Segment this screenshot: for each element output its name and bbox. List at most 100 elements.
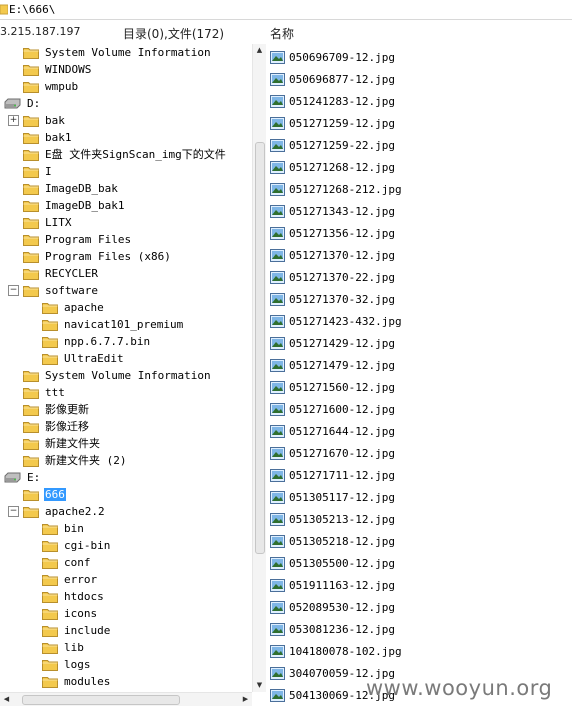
image-file-icon — [270, 226, 285, 240]
tree-folder-item[interactable]: htdocs — [42, 588, 105, 605]
tree-folder-item[interactable]: 666 — [23, 486, 66, 503]
tree-item-label: WINDOWS — [45, 63, 92, 76]
folder-tree[interactable]: System Volume Information WINDOWS wmpub D: +… — [0, 44, 252, 692]
file-row[interactable]: 051271644-12.jpg — [270, 422, 395, 440]
tree-folder-item[interactable]: I — [23, 163, 53, 180]
tree-folder-item[interactable]: + bak — [8, 112, 66, 129]
tree-vertical-scrollbar[interactable]: ▲ ▼ — [252, 44, 266, 692]
file-row[interactable]: 051271479-12.jpg — [270, 356, 395, 374]
file-row[interactable]: 104180078-102.jpg — [270, 642, 402, 660]
folder-icon — [23, 371, 39, 382]
file-row[interactable]: 051271268-212.jpg — [270, 180, 402, 198]
expand-icon[interactable]: + — [8, 115, 19, 126]
tree-item-label: UltraEdit — [64, 352, 124, 365]
file-row[interactable]: 051271370-12.jpg — [270, 246, 395, 264]
tree-folder-item[interactable]: ttt — [23, 384, 66, 401]
file-row[interactable]: 052089530-12.jpg — [270, 598, 395, 616]
watermark: www.wooyun.org — [366, 676, 553, 700]
tree-folder-item[interactable]: Program Files — [23, 231, 132, 248]
image-file-icon — [270, 600, 285, 614]
tree-folder-item[interactable]: error — [42, 571, 98, 588]
file-row[interactable]: 051271711-12.jpg — [270, 466, 395, 484]
folder-icon — [42, 320, 58, 331]
tree-folder-item[interactable]: 新建文件夹 — [23, 435, 101, 452]
file-row[interactable]: 050696709-12.jpg — [270, 48, 395, 66]
file-row[interactable]: 051911163-12.jpg — [270, 576, 395, 594]
collapse-icon[interactable]: − — [8, 285, 19, 296]
file-row[interactable]: 051271670-12.jpg — [270, 444, 395, 462]
tree-item-label: 新建文件夹 — [45, 437, 100, 450]
tree-folder-item[interactable]: − software — [8, 282, 99, 299]
image-file-icon — [270, 182, 285, 196]
file-row[interactable]: 051271259-22.jpg — [270, 136, 395, 154]
tree-drive-item[interactable]: E: — [4, 469, 41, 486]
column-header-name[interactable]: 名称 — [270, 25, 294, 42]
tree-folder-item[interactable]: E盘 文件夹SignScan_img下的文件 — [23, 146, 227, 163]
tree-folder-item[interactable]: System Volume Information — [23, 44, 212, 61]
tree-folder-item[interactable]: Program Files (x86) — [23, 248, 172, 265]
file-row[interactable]: 051271356-12.jpg — [270, 224, 395, 242]
tree-item-label: 666 — [44, 488, 66, 501]
tree-folder-item[interactable]: navicat101_premium — [42, 316, 184, 333]
tree-folder-item[interactable]: conf — [42, 554, 92, 571]
path-bar[interactable]: E:\666\ — [0, 0, 572, 20]
file-row[interactable]: 051271600-12.jpg — [270, 400, 395, 418]
image-file-icon — [270, 292, 285, 306]
scroll-right-arrow-icon[interactable]: ▶ — [239, 693, 252, 706]
file-row[interactable]: 051271343-12.jpg — [270, 202, 395, 220]
file-row[interactable]: 050696877-12.jpg — [270, 70, 395, 88]
tree-item-label: conf — [64, 556, 91, 569]
tree-folder-item[interactable]: 影像迁移 — [23, 418, 90, 435]
file-row[interactable]: 053081236-12.jpg — [270, 620, 395, 638]
scroll-up-arrow-icon[interactable]: ▲ — [253, 44, 266, 57]
tree-item-label: wmpub — [45, 80, 79, 93]
tree-folder-item[interactable]: cgi-bin — [42, 537, 111, 554]
tree-folder-item[interactable]: UltraEdit — [42, 350, 125, 367]
file-row[interactable]: 051305218-12.jpg — [270, 532, 395, 550]
file-row[interactable]: 051305117-12.jpg — [270, 488, 395, 506]
file-list[interactable]: 050696709-12.jpg 050696877-12.jpg 05124128… — [266, 44, 572, 716]
tree-folder-item[interactable]: include — [42, 622, 111, 639]
file-row[interactable]: 051305500-12.jpg — [270, 554, 395, 572]
file-row[interactable]: 051271268-12.jpg — [270, 158, 395, 176]
scroll-thumb[interactable] — [255, 142, 265, 554]
tree-item-label: E盘 文件夹SignScan_img下的文件 — [45, 148, 226, 161]
file-row[interactable]: 051271370-32.jpg — [270, 290, 395, 308]
tree-folder-item[interactable]: bak1 — [23, 129, 73, 146]
tree-folder-item[interactable]: RECYCLER — [23, 265, 99, 282]
tree-folder-item[interactable]: logs — [42, 656, 92, 673]
tree-folder-item[interactable]: WINDOWS — [23, 61, 92, 78]
file-row[interactable]: 051271429-12.jpg — [270, 334, 395, 352]
tree-item-label: ImageDB_bak — [45, 182, 118, 195]
tree-folder-item[interactable]: − apache2.2 — [8, 503, 106, 520]
tree-folder-item[interactable]: LITX — [23, 214, 73, 231]
file-row[interactable]: 051241283-12.jpg — [270, 92, 395, 110]
tree-item-label: software — [45, 284, 98, 297]
file-row[interactable]: 051271259-12.jpg — [270, 114, 395, 132]
tree-folder-item[interactable]: ImageDB_bak1 — [23, 197, 125, 214]
file-row[interactable]: 051271560-12.jpg — [270, 378, 395, 396]
scroll-thumb-horizontal[interactable] — [22, 695, 180, 705]
tree-folder-item[interactable]: System Volume Information — [23, 367, 212, 384]
tree-horizontal-scrollbar[interactable]: ◀ ▶ — [0, 692, 252, 706]
image-file-icon — [270, 314, 285, 328]
tree-folder-item[interactable]: apache — [42, 299, 105, 316]
collapse-icon[interactable]: − — [8, 506, 19, 517]
tree-folder-item[interactable]: wmpub — [23, 78, 79, 95]
tree-folder-item[interactable]: icons — [42, 605, 98, 622]
tree-drive-item[interactable]: D: — [4, 95, 41, 112]
file-name: 052089530-12.jpg — [289, 600, 395, 614]
file-row[interactable]: 051271423-432.jpg — [270, 312, 402, 330]
file-row[interactable]: 051271370-22.jpg — [270, 268, 395, 286]
file-row[interactable]: 051305213-12.jpg — [270, 510, 395, 528]
tree-folder-item[interactable]: 影像更新 — [23, 401, 90, 418]
tree-folder-item[interactable]: modules — [42, 673, 111, 690]
tree-folder-item[interactable]: 新建文件夹 (2) — [23, 452, 128, 469]
file-name: 051271711-12.jpg — [289, 468, 395, 482]
scroll-down-arrow-icon[interactable]: ▼ — [253, 679, 266, 692]
scroll-left-arrow-icon[interactable]: ◀ — [0, 693, 13, 706]
tree-folder-item[interactable]: lib — [42, 639, 85, 656]
tree-folder-item[interactable]: ImageDB_bak — [23, 180, 119, 197]
tree-folder-item[interactable]: npp.6.7.7.bin — [42, 333, 151, 350]
tree-folder-item[interactable]: bin — [42, 520, 85, 537]
